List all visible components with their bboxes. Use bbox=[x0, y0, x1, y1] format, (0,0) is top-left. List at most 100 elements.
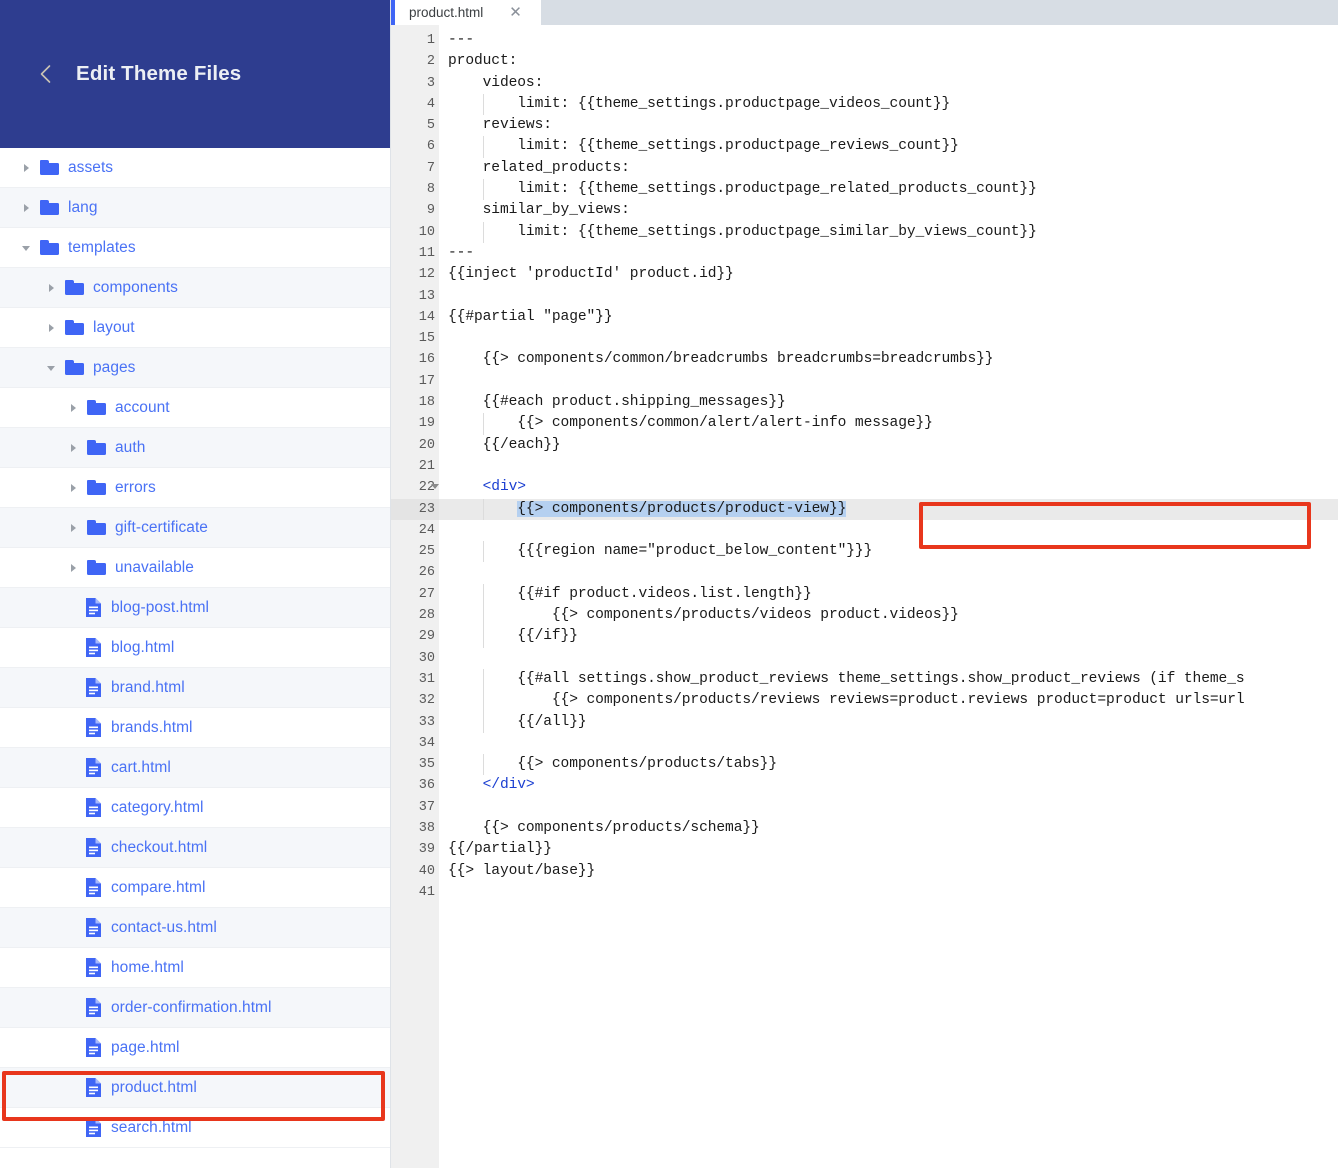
tree-item-account[interactable]: account bbox=[0, 388, 390, 428]
code-line[interactable]: 17 bbox=[391, 370, 1338, 393]
code-line[interactable]: 34 bbox=[391, 732, 1338, 755]
code-line-text[interactable]: {{#each product.shipping_messages}} bbox=[439, 392, 1338, 413]
code-line-text[interactable]: --- bbox=[439, 30, 1338, 51]
code-line[interactable]: 13 bbox=[391, 285, 1338, 307]
code-line-text[interactable]: {{> components/common/breadcrumbs breadc… bbox=[439, 349, 1338, 370]
chevron-right-icon[interactable] bbox=[67, 561, 81, 575]
tab-product-html[interactable]: product.html ✕ bbox=[391, 0, 541, 25]
chevron-right-icon[interactable] bbox=[20, 201, 34, 215]
code-line[interactable]: 18 {{#each product.shipping_messages}} bbox=[391, 392, 1338, 414]
code-line-text[interactable]: {{{region name="product_below_content"}}… bbox=[439, 541, 1338, 563]
fold-toggle-icon[interactable] bbox=[431, 484, 439, 490]
code-line[interactable]: 14 {{#partial "page"}} bbox=[391, 306, 1338, 329]
code-line-text[interactable] bbox=[439, 286, 1338, 307]
code-line[interactable]: 25 {{{region name="product_below_content… bbox=[391, 541, 1338, 563]
close-icon[interactable]: ✕ bbox=[509, 5, 522, 20]
code-line[interactable]: 20 {{/each}} bbox=[391, 434, 1338, 456]
tree-item-cart-html[interactable]: cart.html bbox=[0, 748, 390, 788]
code-line-text[interactable]: {{> components/products/product-view}} bbox=[439, 498, 1338, 520]
tree-item-unavailable[interactable]: unavailable bbox=[0, 548, 390, 588]
code-line-text[interactable]: {{/partial}} bbox=[439, 839, 1338, 860]
code-line-text[interactable] bbox=[439, 648, 1338, 669]
code-line-text[interactable]: limit: {{theme_settings.productpage_simi… bbox=[439, 221, 1338, 243]
code-line[interactable]: 41 bbox=[391, 881, 1338, 904]
code-line-text[interactable]: {{#all settings.show_product_reviews the… bbox=[439, 668, 1338, 691]
code-line-text[interactable]: --- bbox=[439, 243, 1338, 264]
code-line[interactable]: 33 {{/all}} bbox=[391, 711, 1338, 733]
code-line-text[interactable]: reviews: bbox=[439, 115, 1338, 136]
code-line[interactable]: 32 {{> components/products/reviews revie… bbox=[391, 690, 1338, 712]
chevron-right-icon[interactable] bbox=[67, 481, 81, 495]
tree-item-brand-html[interactable]: brand.html bbox=[0, 668, 390, 708]
tree-item-category-html[interactable]: category.html bbox=[0, 788, 390, 828]
tree-item-assets[interactable]: assets bbox=[0, 148, 390, 188]
code-line-text[interactable] bbox=[439, 328, 1338, 349]
code-line[interactable]: 12 {{inject 'productId' product.id}} bbox=[391, 264, 1338, 286]
code-line-text[interactable]: {{inject 'productId' product.id}} bbox=[439, 264, 1338, 285]
code-line-text[interactable]: {{> layout/base}} bbox=[439, 861, 1338, 882]
code-line[interactable]: 37 bbox=[391, 796, 1338, 818]
code-line[interactable]: 10 limit: {{theme_settings.productpage_s… bbox=[391, 221, 1338, 243]
code-line[interactable]: 2 product: bbox=[391, 51, 1338, 73]
code-line-text[interactable] bbox=[439, 371, 1338, 392]
code-line[interactable]: 24 bbox=[391, 519, 1338, 542]
chevron-down-icon[interactable] bbox=[45, 361, 59, 375]
code-line[interactable]: 11 --- bbox=[391, 242, 1338, 265]
code-line-text[interactable]: limit: {{theme_settings.productpage_revi… bbox=[439, 136, 1338, 158]
chevron-left-icon[interactable] bbox=[34, 63, 56, 85]
tree-item-components[interactable]: components bbox=[0, 268, 390, 308]
code-line-text[interactable]: {{#partial "page"}} bbox=[439, 307, 1338, 328]
chevron-right-icon[interactable] bbox=[67, 521, 81, 535]
tree-item-compare-html[interactable]: compare.html bbox=[0, 868, 390, 908]
code-line-text[interactable] bbox=[439, 733, 1338, 754]
code-content[interactable]: 1 --- 2 product: 3 videos: 4 limit: {{theme_s… bbox=[391, 25, 1338, 904]
code-line[interactable]: 6 limit: {{theme_settings.productpage_re… bbox=[391, 136, 1338, 158]
code-area[interactable]: 1 --- 2 product: 3 videos: 4 limit: {{theme_s… bbox=[391, 25, 1338, 1168]
code-line-text[interactable]: similar_by_views: bbox=[439, 200, 1338, 221]
code-line-text[interactable] bbox=[439, 456, 1338, 477]
code-line[interactable]: 38 {{> components/products/schema}} bbox=[391, 817, 1338, 840]
code-line[interactable]: 39 {{/partial}} bbox=[391, 839, 1338, 861]
chevron-right-icon[interactable] bbox=[45, 281, 59, 295]
code-line[interactable]: 15 bbox=[391, 328, 1338, 350]
code-line-text[interactable]: videos: bbox=[439, 73, 1338, 94]
tree-item-checkout-html[interactable]: checkout.html bbox=[0, 828, 390, 868]
code-line-text[interactable]: {{> components/common/alert/alert-info m… bbox=[439, 413, 1338, 435]
code-line[interactable]: 23 {{> components/products/product-view}… bbox=[391, 498, 1338, 520]
tree-item-order-confirmation-html[interactable]: order-confirmation.html bbox=[0, 988, 390, 1028]
code-line[interactable]: 30 bbox=[391, 647, 1338, 669]
chevron-right-icon[interactable] bbox=[67, 441, 81, 455]
code-line[interactable]: 1 --- bbox=[391, 30, 1338, 52]
code-line-text[interactable] bbox=[439, 882, 1338, 903]
code-line[interactable]: 21 bbox=[391, 455, 1338, 478]
code-line[interactable]: 16 {{> components/common/breadcrumbs bre… bbox=[391, 349, 1338, 371]
code-line[interactable]: 8 limit: {{theme_settings.productpage_re… bbox=[391, 179, 1338, 201]
code-line-text[interactable]: related_products: bbox=[439, 158, 1338, 179]
code-line-text[interactable]: {{#if product.videos.list.length}} bbox=[439, 583, 1338, 606]
tree-item-blog-html[interactable]: blog.html bbox=[0, 628, 390, 668]
code-line[interactable]: 22 <div> bbox=[391, 477, 1338, 499]
code-line[interactable]: 27 {{#if product.videos.list.length}} bbox=[391, 583, 1338, 606]
tree-item-brands-html[interactable]: brands.html bbox=[0, 708, 390, 748]
code-line[interactable]: 7 related_products: bbox=[391, 157, 1338, 180]
code-line[interactable]: 3 videos: bbox=[391, 72, 1338, 94]
code-line[interactable]: 4 limit: {{theme_settings.productpage_vi… bbox=[391, 93, 1338, 116]
code-line-text[interactable]: {{> components/products/schema}} bbox=[439, 818, 1338, 839]
code-line-text[interactable] bbox=[439, 562, 1338, 583]
code-line[interactable]: 31 {{#all settings.show_product_reviews … bbox=[391, 668, 1338, 691]
chevron-down-icon[interactable] bbox=[20, 241, 34, 255]
tree-item-layout[interactable]: layout bbox=[0, 308, 390, 348]
code-line-text[interactable]: {{/all}} bbox=[439, 711, 1338, 733]
code-line-text[interactable]: product: bbox=[439, 51, 1338, 72]
code-line-text[interactable]: {{/if}} bbox=[439, 626, 1338, 648]
tree-item-page-html[interactable]: page.html bbox=[0, 1028, 390, 1068]
tree-item-gift-certificate[interactable]: gift-certificate bbox=[0, 508, 390, 548]
code-line[interactable]: 9 similar_by_views: bbox=[391, 200, 1338, 222]
tree-item-home-html[interactable]: home.html bbox=[0, 948, 390, 988]
tree-item-pages[interactable]: pages bbox=[0, 348, 390, 388]
code-line-text[interactable]: {{> components/products/videos product.v… bbox=[439, 605, 1338, 627]
code-line[interactable]: 35 {{> components/products/tabs}} bbox=[391, 754, 1338, 776]
code-line-text[interactable]: {{> components/products/reviews reviews=… bbox=[439, 690, 1338, 712]
tree-item-search-html[interactable]: search.html bbox=[0, 1108, 390, 1148]
code-line-text[interactable]: <div> bbox=[439, 477, 1338, 498]
